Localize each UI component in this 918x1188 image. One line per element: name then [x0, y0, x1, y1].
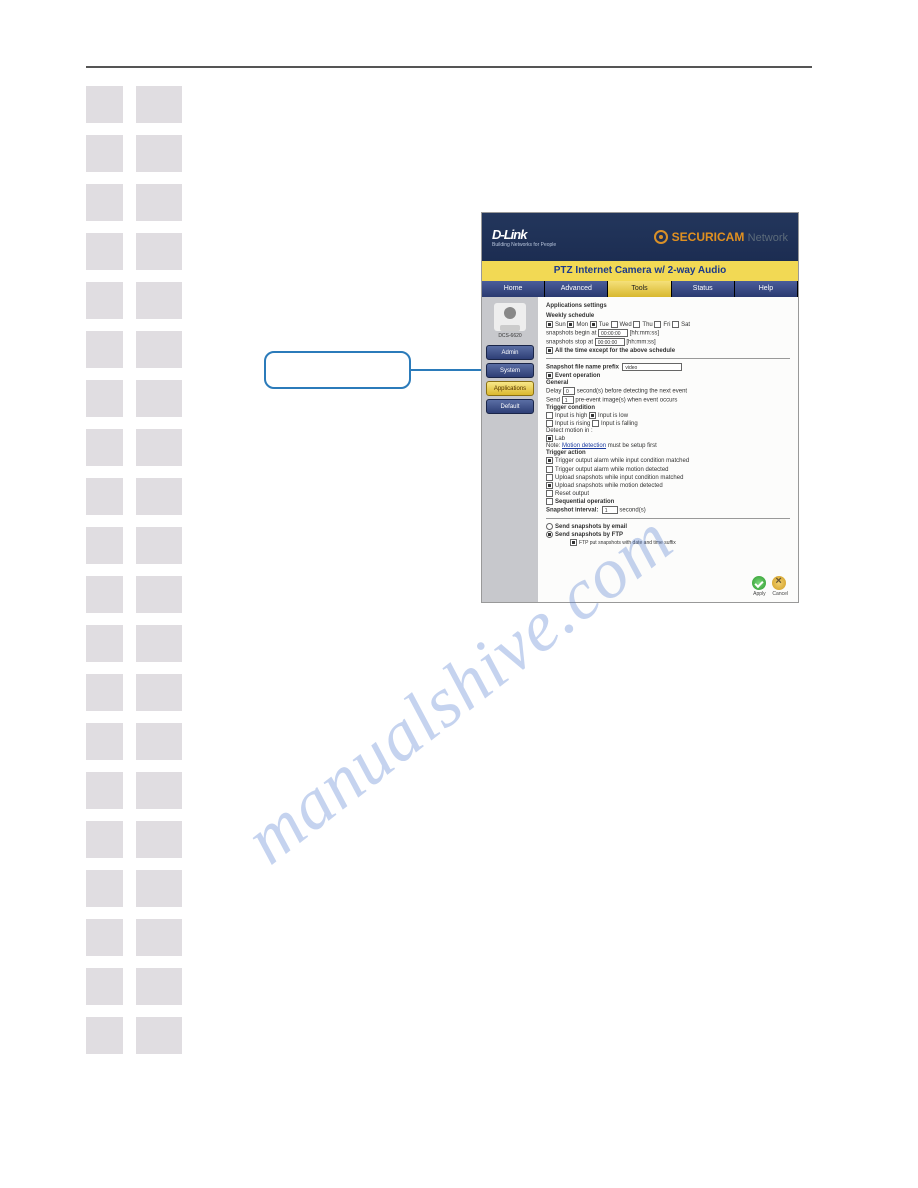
cancel-icon	[772, 576, 786, 590]
cond-high-checkbox[interactable]	[546, 412, 553, 419]
header-rule	[86, 66, 812, 68]
days-row: Sun Mon Tue Wed Thu Fri Sat	[546, 321, 790, 328]
screenshot-header: D-Link Building Networks for People SECU…	[482, 213, 798, 261]
cond-low-checkbox[interactable]	[589, 412, 596, 419]
action-1-checkbox[interactable]	[546, 457, 553, 464]
begin-time-input[interactable]: 00:00:00	[598, 329, 628, 337]
camera-model: DCS-6620	[486, 333, 534, 339]
day-mon-checkbox[interactable]	[567, 321, 574, 328]
cancel-button[interactable]: Cancel	[772, 576, 788, 597]
lab-checkbox[interactable]	[546, 435, 553, 442]
left-sidebar: DCS-6620 Admin System Applications Defau…	[482, 297, 538, 603]
day-sat-checkbox[interactable]	[672, 321, 679, 328]
delay-input[interactable]: 0	[563, 387, 575, 395]
apply-icon	[752, 576, 766, 590]
day-tue-checkbox[interactable]	[590, 321, 597, 328]
securicam-icon	[654, 230, 668, 244]
day-thu-checkbox[interactable]	[633, 321, 640, 328]
event-operation-checkbox[interactable]	[546, 372, 553, 379]
callout-box	[264, 351, 411, 389]
action-4-checkbox[interactable]	[546, 482, 553, 489]
securicam-logo: SECURICAM Network	[654, 230, 788, 245]
day-fri-checkbox[interactable]	[654, 321, 661, 328]
prefix-input[interactable]: video	[622, 363, 682, 371]
brand-tagline: Building Networks for People	[492, 242, 556, 248]
nav-tabs: Home Advanced Tools Status Help	[482, 281, 798, 297]
reset-output-checkbox[interactable]	[546, 490, 553, 497]
action-3-checkbox[interactable]	[546, 474, 553, 481]
brand-logo: D-Link	[492, 227, 526, 242]
nav-status[interactable]: Status	[672, 281, 735, 297]
motion-detection-link[interactable]: Motion detection	[562, 443, 606, 449]
interval-input[interactable]: 1	[602, 506, 618, 514]
sequential-checkbox[interactable]	[546, 498, 553, 505]
settings-title: Applications settings	[546, 303, 790, 309]
nav-home[interactable]: Home	[482, 281, 545, 297]
action-2-checkbox[interactable]	[546, 466, 553, 473]
send-count-input[interactable]: 1	[562, 396, 574, 404]
apply-button[interactable]: Apply	[752, 576, 766, 597]
cond-rising-checkbox[interactable]	[546, 420, 553, 427]
page-title-bar: PTZ Internet Camera w/ 2-way Audio	[482, 261, 798, 281]
nav-tools[interactable]: Tools	[608, 281, 671, 297]
day-wed-checkbox[interactable]	[611, 321, 618, 328]
ftp-suffix-checkbox[interactable]	[570, 539, 577, 546]
callout-connector	[411, 369, 483, 371]
sidebar-system[interactable]: System	[486, 363, 534, 378]
weekly-schedule-heading: Weekly schedule	[546, 313, 790, 319]
stop-time-input[interactable]: 00:00:00	[595, 338, 625, 346]
sidebar-admin[interactable]: Admin	[486, 345, 534, 360]
day-sun-checkbox[interactable]	[546, 321, 553, 328]
sidebar-default[interactable]: Default	[486, 399, 534, 414]
settings-panel: Applications settings Weekly schedule Su…	[538, 297, 798, 603]
nav-advanced[interactable]: Advanced	[545, 281, 608, 297]
camera-icon	[494, 303, 526, 331]
alltime-checkbox[interactable]	[546, 347, 553, 354]
send-email-radio[interactable]	[546, 523, 553, 530]
nav-help[interactable]: Help	[735, 281, 798, 297]
embedded-screenshot: D-Link Building Networks for People SECU…	[481, 212, 799, 603]
send-ftp-radio[interactable]	[546, 531, 553, 538]
sidebar-applications[interactable]: Applications	[486, 381, 534, 396]
cond-falling-checkbox[interactable]	[592, 420, 599, 427]
sidebar-decoration	[86, 86, 182, 1066]
